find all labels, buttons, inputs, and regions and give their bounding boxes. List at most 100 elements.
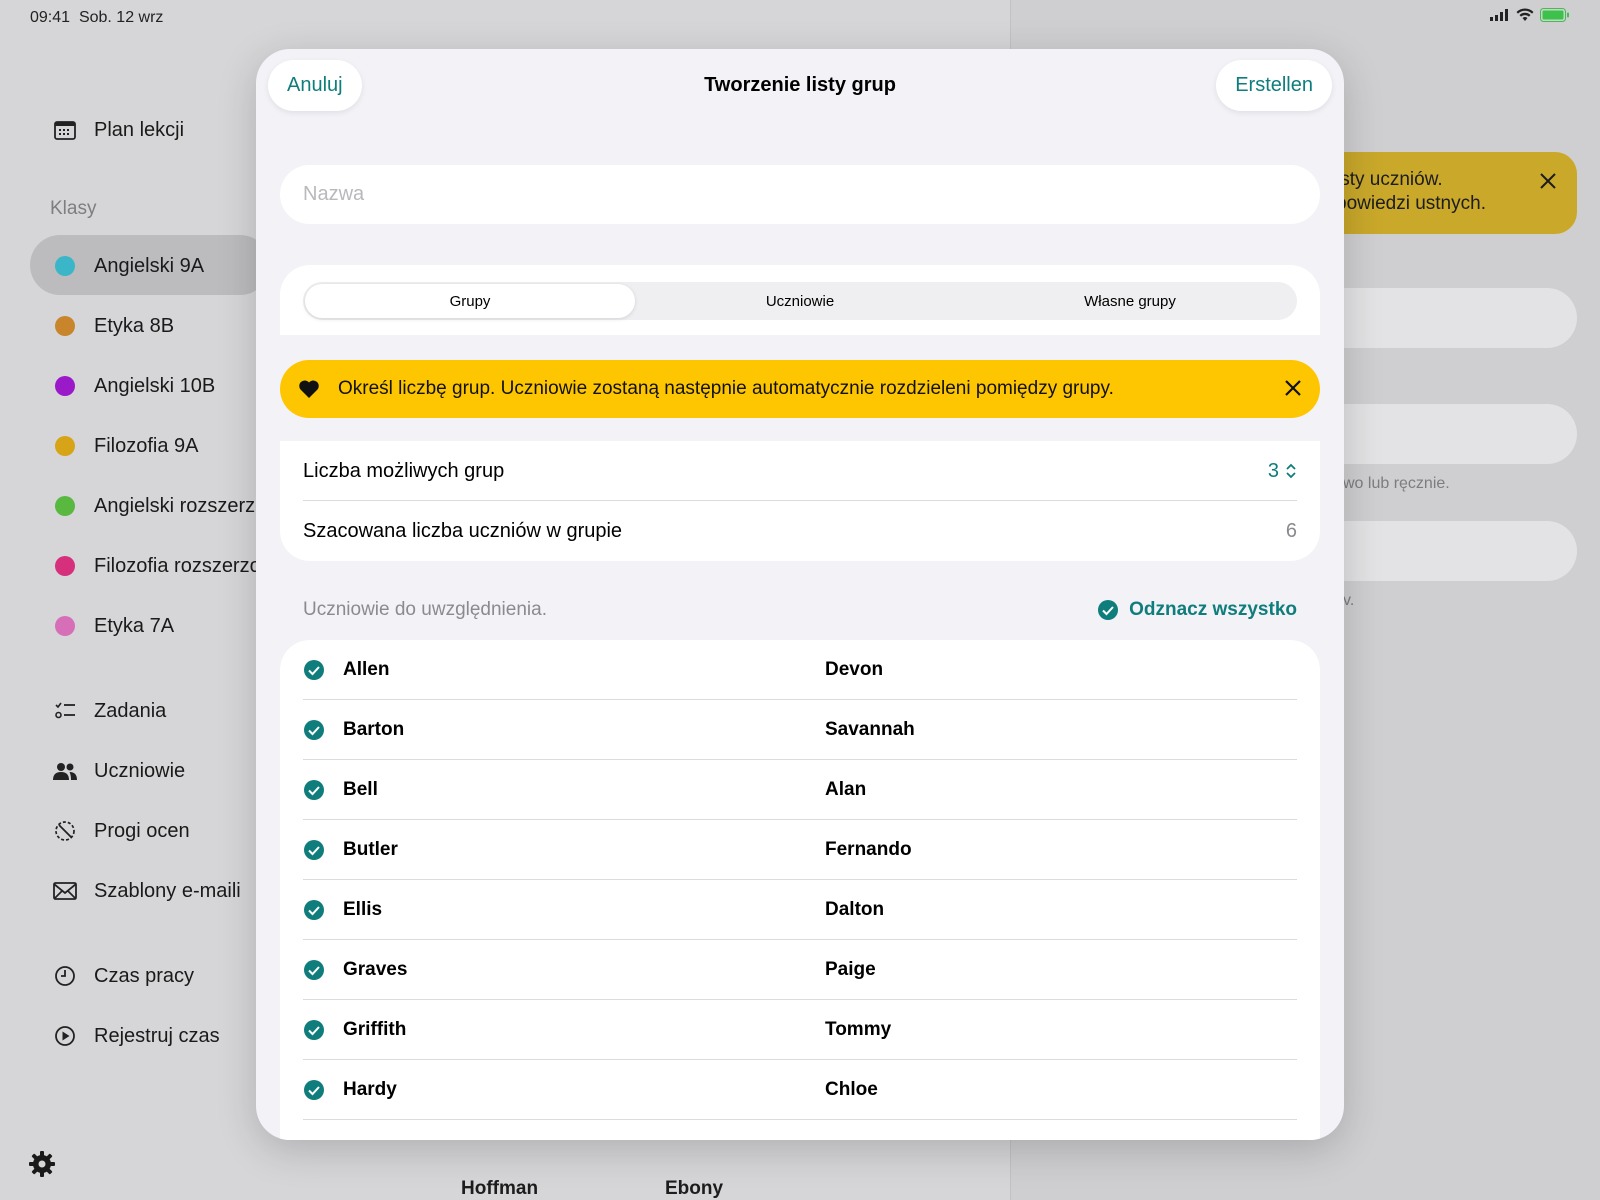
- sidebar-item-class[interactable]: Etyka 8B: [50, 308, 174, 344]
- student-first-name: Devon: [825, 658, 884, 680]
- class-color-dot: [55, 316, 75, 336]
- class-color-dot: [55, 376, 75, 396]
- name-input[interactable]: [280, 165, 1320, 224]
- section-title-classes: Klasy: [50, 198, 97, 219]
- sidebar-item-class[interactable]: Angielski 10B: [50, 368, 215, 404]
- close-icon: [1540, 173, 1556, 189]
- create-group-list-sheet: Anuluj Tworzenie listy grup Erstellen Gr…: [256, 49, 1344, 1140]
- sidebar-item-class[interactable]: Angielski 9A: [50, 248, 204, 284]
- chevron-updown-icon: [1286, 463, 1296, 479]
- students-list-label: Uczniowie do uwzględnienia.: [303, 599, 547, 620]
- student-last-name: Graves: [343, 958, 408, 980]
- class-color-dot: [55, 616, 75, 636]
- sidebar-item-tasks[interactable]: Zadania: [50, 693, 166, 729]
- envelope-icon: [53, 882, 77, 900]
- sidebar-item-class[interactable]: Filozofia 9A: [50, 428, 199, 464]
- group-count-label: Liczba możliwych grup: [303, 459, 505, 482]
- class-color-dot: [55, 436, 75, 456]
- background-hint: wo lub ręcznie.: [1343, 475, 1450, 492]
- student-row[interactable]: Butler Fernando: [303, 820, 1297, 880]
- heart-icon: [299, 380, 319, 398]
- sidebar-item-record-time[interactable]: Rejestruj czas: [50, 1018, 220, 1054]
- status-icons: [1490, 8, 1570, 22]
- sidebar-item-grading[interactable]: Progi ocen: [50, 813, 190, 849]
- settings-card: Liczba możliwych grup 3 Szacowana liczba…: [280, 441, 1320, 561]
- student-first-name: Dalton: [825, 898, 885, 920]
- modal-title: Tworzenie listy grup: [704, 74, 896, 96]
- sidebar-item-label: Uczniowie: [94, 759, 186, 782]
- estimate-row: Szacowana liczba uczniów w grupie 6: [303, 501, 1297, 561]
- sidebar-item-label: Etyka 8B: [94, 314, 175, 337]
- checkmark-circle-icon[interactable]: [303, 899, 325, 921]
- sidebar-item-label: Szablony e-maili: [94, 879, 241, 902]
- sidebar-item-label: Filozofia 9A: [94, 434, 199, 457]
- mode-card: Grupy Uczniowie Własne grupy: [280, 265, 1320, 335]
- student-row[interactable]: Hardy Chloe: [303, 1060, 1297, 1120]
- close-icon[interactable]: [1282, 377, 1304, 399]
- sidebar-item-work-time[interactable]: Czas pracy: [50, 958, 194, 994]
- checkmark-circle-icon[interactable]: [303, 959, 325, 981]
- student-row[interactable]: Griffith Tommy: [303, 1000, 1297, 1060]
- group-count-row[interactable]: Liczba możliwych grup 3: [303, 441, 1297, 501]
- student-first-name: Tommy: [825, 1018, 892, 1040]
- calendar-icon: [54, 121, 76, 140]
- student-row[interactable]: Allen Devon: [303, 640, 1297, 700]
- student-row[interactable]: Barton Savannah: [303, 700, 1297, 760]
- student-last-name: Griffith: [343, 1018, 407, 1040]
- sidebar-item-plan[interactable]: Plan lekcji: [50, 112, 184, 148]
- group-count-stepper[interactable]: 3: [1268, 460, 1297, 483]
- gear-icon[interactable]: [28, 1150, 56, 1178]
- status-bar: 09:41 Sob. 12 wrz: [0, 0, 1600, 36]
- student-row[interactable]: Bell Alan: [303, 760, 1297, 820]
- sidebar-item-label: Rejestruj czas: [94, 1024, 220, 1047]
- checkmark-circle-icon: [1098, 600, 1119, 620]
- play-circle-icon: [55, 1026, 75, 1046]
- deselect-all-label: Odznacz wszystko: [1129, 599, 1297, 620]
- estimate-label: Szacowana liczba uczniów w grupie: [303, 519, 623, 542]
- checkmark-circle-icon[interactable]: [303, 719, 325, 741]
- background-student-last: Hoffman: [461, 1178, 539, 1199]
- tab-groups[interactable]: Grupy: [305, 284, 635, 318]
- create-button[interactable]: Erstellen: [1216, 60, 1332, 111]
- info-banner: Określ liczbę grup. Uczniowie zostaną na…: [280, 360, 1320, 418]
- info-text: Określ liczbę grup. Uczniowie zostaną na…: [338, 378, 1114, 399]
- sidebar-item-label: Zadania: [94, 699, 167, 722]
- student-last-name: Hardy: [343, 1078, 397, 1100]
- background-student-first: Ebony: [665, 1178, 724, 1199]
- student-first-name: Fernando: [825, 838, 912, 860]
- background-hint: v.: [1343, 592, 1355, 609]
- deselect-all-button[interactable]: Odznacz wszystko: [1097, 599, 1297, 621]
- sidebar-item-email-templates[interactable]: Szablony e-maili: [50, 873, 241, 909]
- tab-students[interactable]: Uczniowie: [635, 284, 965, 318]
- student-row[interactable]: Graves Paige: [303, 940, 1297, 1000]
- class-color-dot: [55, 496, 75, 516]
- student-first-name: Alan: [825, 778, 867, 800]
- estimate-value: 6: [1285, 519, 1297, 542]
- mode-segmented-control[interactable]: Grupy Uczniowie Własne grupy: [303, 282, 1297, 320]
- status-time: 09:41 Sob. 12 wrz: [30, 9, 164, 26]
- tab-custom-groups[interactable]: Własne grupy: [965, 284, 1295, 318]
- checkmark-circle-icon[interactable]: [303, 1019, 325, 1041]
- sidebar-item-students[interactable]: Uczniowie: [50, 753, 185, 789]
- sidebar-item-class[interactable]: Angielski rozszerzo: [50, 488, 266, 524]
- students-list: Allen Devon Barton Savannah Bell Alan Butle…: [280, 640, 1320, 1140]
- checkmark-circle-icon[interactable]: [303, 1079, 325, 1101]
- student-row[interactable]: Ellis Dalton: [303, 880, 1297, 940]
- sidebar-item-label: Czas pracy: [94, 964, 195, 987]
- gauge-icon: [55, 821, 75, 841]
- people-icon: [53, 763, 77, 780]
- checkmark-circle-icon[interactable]: [303, 659, 325, 681]
- sidebar-item-class[interactable]: Etyka 7A: [50, 608, 174, 644]
- student-last-name: Allen: [343, 658, 390, 680]
- sidebar-item-label: Angielski rozszerzo: [94, 494, 267, 517]
- class-color-dot: [55, 256, 75, 276]
- sidebar-item-label: Plan lekcji: [94, 118, 185, 141]
- battery-icon: [1540, 8, 1569, 22]
- checkmark-circle-icon[interactable]: [303, 779, 325, 801]
- sidebar-item-label: Angielski 9A: [94, 254, 205, 277]
- sidebar-item-class[interactable]: Filozofia rozszerzo: [50, 548, 261, 584]
- student-last-name: Butler: [343, 838, 398, 860]
- checklist-icon: [55, 702, 75, 719]
- checkmark-circle-icon[interactable]: [303, 839, 325, 861]
- class-color-dot: [55, 556, 75, 576]
